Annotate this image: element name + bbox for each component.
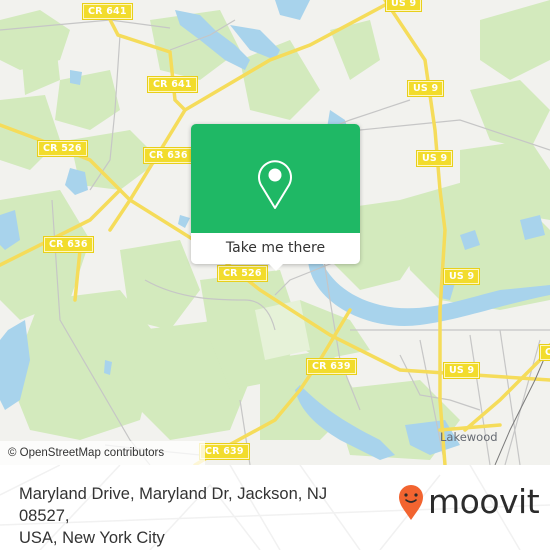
road-label-cr641: CR 641 [82,3,133,20]
road-label-cr526: CR 526 [37,140,88,157]
map-attribution[interactable]: © OpenStreetMap contributors [0,441,205,465]
road-label-cr526: CR 526 [217,265,268,282]
road-label-us9: US 9 [384,0,423,12]
rail-line [494,344,550,465]
road-label-cr636: CR 636 [43,236,94,253]
address-line-2: USA, New York City [19,529,165,547]
road-label-cr639: CR 639 [199,443,250,460]
road-label-partial: C [538,344,550,361]
footer: Maryland Drive, Maryland Dr, Jackson, NJ… [0,465,550,550]
take-me-there-button[interactable]: Take me there [191,233,360,264]
road-label-us9: US 9 [442,268,481,285]
address-line-1: Maryland Drive, Maryland Dr, Jackson, NJ… [19,485,328,525]
place-label-lakewood: Lakewood [440,430,498,444]
park-area [255,300,310,360]
map[interactable]: CR 641 CR 641 CR 526 CR 636 CR 636 CR 52… [0,0,550,465]
location-pin-icon [258,160,292,209]
moovit-pin-smile-icon [399,485,423,520]
road-label-cr636: CR 636 [143,147,194,164]
moovit-logo[interactable]: moovit [397,482,540,522]
popup-pointer [268,263,284,271]
road-label-us9: US 9 [406,80,445,97]
destination-popup[interactable]: Take me there [191,124,360,271]
road-label-cr641: CR 641 [147,76,198,93]
address-text: Maryland Drive, Maryland Dr, Jackson, NJ… [19,483,379,549]
road-label-us9: US 9 [415,150,454,167]
road-label-us9: US 9 [442,362,481,379]
road-label-cr639: CR 639 [306,358,357,375]
moovit-wordmark: moovit [428,482,540,521]
